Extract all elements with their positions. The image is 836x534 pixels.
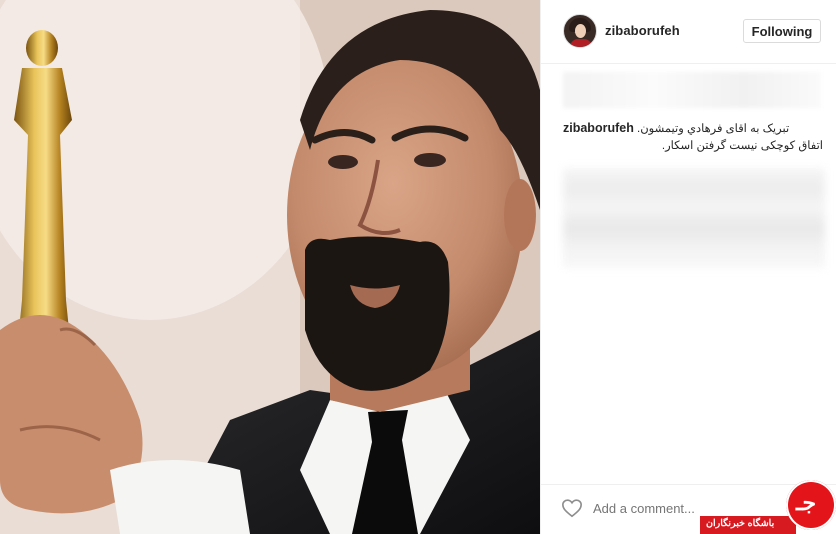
post-header: ziba​borufeh Following (541, 0, 836, 64)
heart-outline-icon[interactable] (561, 497, 583, 519)
watermark-glyph: جـ (796, 490, 817, 515)
blurred-comments (563, 168, 825, 268)
photo-illustration (0, 0, 540, 534)
post-details-panel: ziba​borufeh Following zibaborufeh تبریک… (540, 0, 836, 534)
post-caption: zibaborufeh تبریک به اقای فرهادي وتیمشون… (563, 120, 823, 155)
caption-text-line1: تبریک به اقای فرهادي وتیمشون. (637, 123, 790, 135)
caption-username[interactable]: zibaborufeh (563, 121, 634, 135)
beard (305, 236, 450, 391)
watermark-text: باشگاه خبرنگاران (706, 518, 775, 529)
blurred-region (563, 72, 821, 108)
username-link[interactable]: ziba​borufeh (605, 23, 680, 38)
caption-text-line2: اتفاق کوچکی نیست گرفتن اسکار. (661, 140, 823, 152)
post-photo[interactable] (0, 0, 540, 534)
watermark-logo: باشگاه خبرنگاران جـ (700, 478, 836, 534)
profile-avatar[interactable] (563, 14, 597, 48)
instagram-post: ziba​borufeh Following zibaborufeh تبریک… (0, 0, 836, 534)
following-button[interactable]: Following (743, 19, 821, 43)
